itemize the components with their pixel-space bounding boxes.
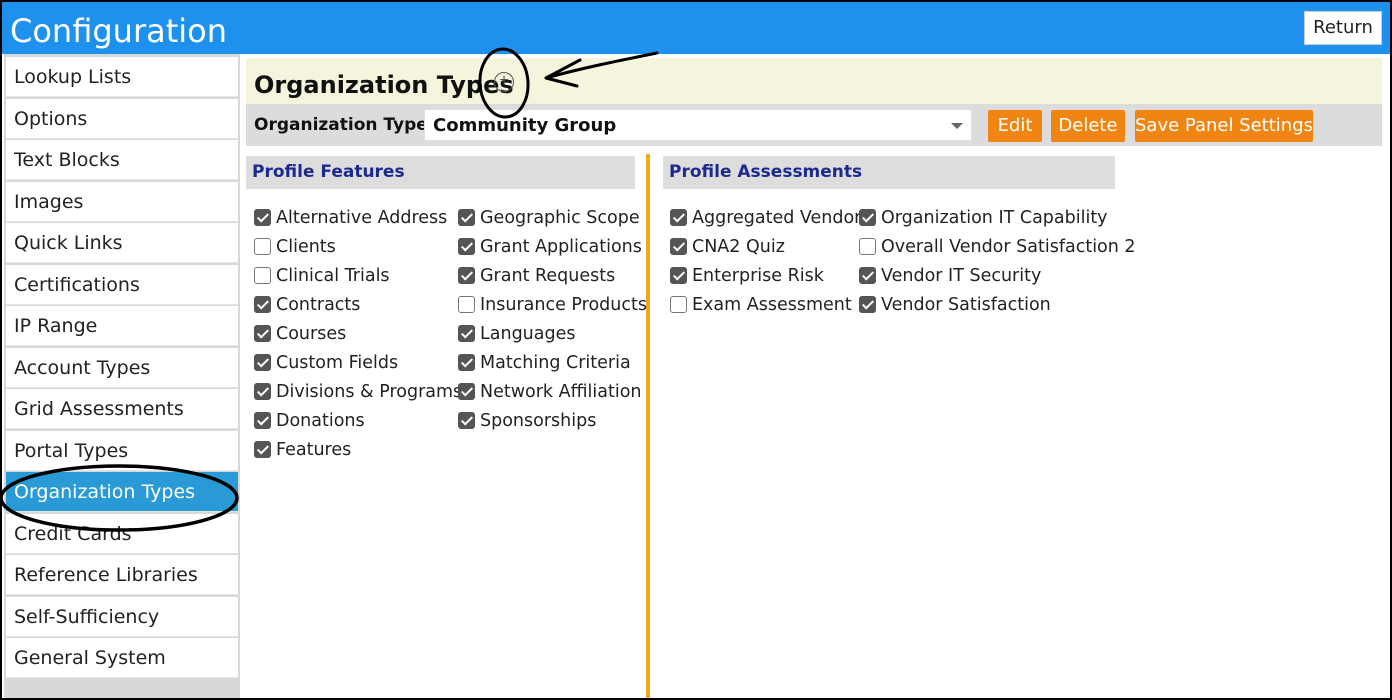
sidebar-item-images[interactable]: Images [6, 181, 238, 222]
checkbox-label: Insurance Products [480, 295, 647, 315]
checkbox[interactable] [859, 238, 876, 255]
checkbox-label: Languages [480, 324, 576, 344]
checkbox-label: Vendor IT Security [881, 266, 1042, 286]
checkbox[interactable] [458, 296, 475, 313]
checkbox[interactable] [670, 296, 687, 313]
sidebar: Lookup Lists Options Text Blocks Images Quic… [4, 54, 240, 698]
checkbox[interactable] [254, 441, 271, 458]
panel-divider [646, 154, 650, 698]
checkbox[interactable] [254, 209, 271, 226]
app-title: Configuration [10, 12, 228, 50]
checkbox[interactable] [670, 267, 687, 284]
checkbox-label: Organization IT Capability [881, 208, 1108, 228]
checkbox-label: Clinical Trials [276, 266, 390, 286]
profile-assessments-header: Profile Assessments [663, 156, 1115, 189]
checkbox[interactable] [254, 354, 271, 371]
checkbox[interactable] [859, 296, 876, 313]
checkbox-label: Contracts [276, 295, 361, 315]
checkbox-label: Enterprise Risk [692, 266, 824, 286]
sidebar-item-grid-assessments[interactable]: Grid Assessments [6, 389, 238, 429]
checkbox-label: Custom Fields [276, 353, 399, 373]
checkbox[interactable] [859, 209, 876, 226]
profile-features-header: Profile Features [246, 156, 635, 189]
sidebar-item-organization-types[interactable]: Organization Types [6, 472, 238, 512]
add-organization-type-icon[interactable]: + [494, 72, 514, 92]
checkbox[interactable] [254, 325, 271, 342]
checkbox-label: Alternative Address [276, 208, 448, 228]
sidebar-item-reference-libraries[interactable]: Reference Libraries [6, 555, 238, 595]
return-button[interactable]: Return [1304, 11, 1382, 45]
edit-button[interactable]: Edit [988, 110, 1042, 142]
checkbox[interactable] [458, 238, 475, 255]
checkbox-label: Exam Assessment [692, 295, 852, 315]
checkbox-label: Vendor Satisfaction [881, 295, 1051, 315]
main-content: Organization Types + Organization Type: … [240, 54, 1390, 698]
page-header: Organization Types + [246, 58, 1382, 104]
checkbox[interactable] [458, 412, 475, 429]
organization-type-select[interactable]: Community Group [424, 109, 972, 141]
checkbox-label: Divisions & Programs [276, 382, 463, 402]
page-title: Organization Types [254, 71, 514, 99]
sidebar-item-ip-range[interactable]: IP Range [6, 306, 238, 346]
checkbox[interactable] [670, 238, 687, 255]
checkbox-label: Features [276, 440, 352, 460]
organization-type-toolbar: Organization Type: Community Group Edit … [246, 104, 1382, 146]
sidebar-item-account-types[interactable]: Account Types [6, 347, 238, 388]
checkbox[interactable] [254, 412, 271, 429]
checkbox[interactable] [254, 296, 271, 313]
save-panel-settings-button[interactable]: Save Panel Settings [1135, 110, 1313, 142]
checkbox-label: Aggregated Vendor [692, 208, 862, 228]
sidebar-item-text-blocks[interactable]: Text Blocks [6, 140, 238, 180]
checkbox[interactable] [458, 325, 475, 342]
checkbox[interactable] [859, 267, 876, 284]
checkbox-label: Clients [276, 237, 336, 257]
checkbox-label: Sponsorships [480, 411, 597, 431]
checkbox-label: Courses [276, 324, 347, 344]
checkbox-label: Overall Vendor Satisfaction 2 [881, 237, 1136, 257]
delete-button[interactable]: Delete [1051, 110, 1125, 142]
sidebar-item-self-sufficiency-libraries[interactable]: Self-Sufficiency Libraries [6, 596, 238, 668]
organization-type-label: Organization Type: [254, 115, 435, 135]
sidebar-item-certifications[interactable]: Certifications [6, 264, 238, 305]
checkbox-label: Donations [276, 411, 365, 431]
checkbox[interactable] [458, 354, 475, 371]
sidebar-item-lookup-lists[interactable]: Lookup Lists [6, 57, 238, 97]
chevron-down-icon [951, 123, 963, 129]
checkbox[interactable] [254, 383, 271, 400]
checkbox-label: Network Affiliation [480, 382, 642, 402]
checkbox[interactable] [670, 209, 687, 226]
checkbox-label: CNA2 Quiz [692, 237, 785, 257]
sidebar-item-options[interactable]: Options [6, 98, 238, 139]
checkbox[interactable] [458, 209, 475, 226]
sidebar-item-quick-links[interactable]: Quick Links [6, 223, 238, 263]
checkbox[interactable] [254, 238, 271, 255]
checkbox-label: Matching Criteria [480, 353, 631, 373]
sidebar-item-general-system[interactable]: General System [6, 638, 238, 678]
organization-type-value: Community Group [433, 115, 617, 136]
checkbox[interactable] [458, 267, 475, 284]
app-window: Configuration Return Lookup Lists Options… [0, 0, 1392, 700]
sidebar-item-credit-cards[interactable]: Credit Cards [6, 513, 238, 554]
checkbox[interactable] [458, 383, 475, 400]
top-bar: Configuration Return [2, 2, 1390, 54]
checkbox-label: Grant Requests [480, 266, 616, 286]
checkbox-label: Geographic Scope [480, 208, 640, 228]
sidebar-item-portal-types[interactable]: Portal Types [6, 430, 238, 471]
checkbox[interactable] [254, 267, 271, 284]
checkbox-label: Grant Applications [480, 237, 642, 257]
